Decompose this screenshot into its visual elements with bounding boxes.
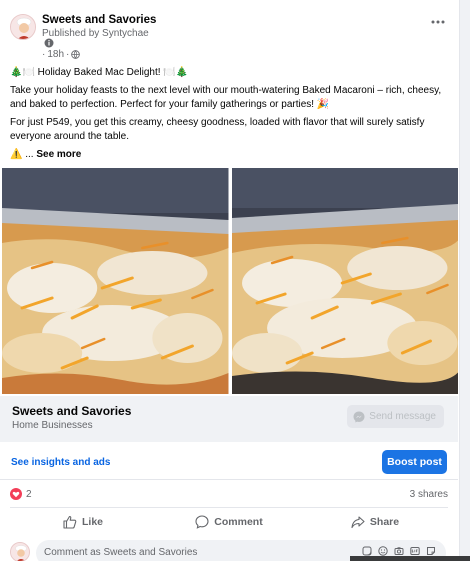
like-icon (63, 515, 77, 529)
post-text: 🎄🍽️ Holiday Baked Mac Delight! 🍽️🎄 Take … (10, 66, 450, 166)
sticker-alt-icon[interactable] (426, 546, 436, 556)
post-photos (2, 168, 458, 394)
insights-row: See insights and ads Boost post (0, 446, 458, 480)
gif-icon[interactable] (410, 546, 420, 556)
emoji-icon[interactable] (378, 546, 388, 556)
see-more-line: ⚠️ ... See more (10, 148, 450, 162)
like-label: Like (81, 515, 103, 528)
comment-tools (362, 546, 436, 556)
boost-post-button[interactable]: Boost post (382, 450, 447, 474)
like-button[interactable]: Like (10, 508, 156, 535)
post-card: Sweets and Savories Published by Syntych… (0, 0, 460, 561)
info-icon[interactable] (44, 38, 54, 48)
page-name[interactable]: Sweets and Savories (42, 14, 156, 26)
post-header: Sweets and Savories Published by Syntych… (10, 12, 450, 60)
meta-dot: · (66, 49, 70, 60)
more-options-icon[interactable] (428, 16, 448, 28)
reaction-count[interactable]: 2 (26, 489, 32, 500)
meta-dot: · (42, 49, 46, 60)
comment-label: Comment (214, 515, 263, 528)
see-insights-link[interactable]: See insights and ads (11, 457, 110, 468)
share-count[interactable]: 3 shares (410, 489, 448, 500)
post-time[interactable]: 18h (47, 49, 64, 60)
messenger-icon (353, 411, 365, 422)
heart-reaction-icon[interactable] (10, 488, 22, 500)
share-label: Share (369, 515, 400, 528)
business-bar: Sweets and Savories Home Businesses Send… (0, 396, 458, 442)
comment-placeholder: Comment as Sweets and Savories (44, 547, 198, 558)
share-icon (351, 515, 365, 528)
post-title-line: 🎄🍽️ Holiday Baked Mac Delight! 🍽️🎄 (10, 67, 189, 78)
bottom-edge-bar (350, 556, 470, 561)
business-category: Home Businesses (12, 420, 93, 431)
comment-button[interactable]: Comment (156, 508, 302, 535)
send-message-button[interactable]: Send message (347, 405, 444, 428)
business-name[interactable]: Sweets and Savories (12, 404, 131, 418)
post-paragraph-2: For just P549, you get this creamy, chee… (10, 117, 425, 142)
see-more-link[interactable]: See more (36, 149, 81, 160)
post-meta: · 18h · (42, 49, 81, 60)
camera-icon[interactable] (394, 546, 404, 556)
page-avatar[interactable] (10, 14, 36, 40)
reactions-row: 2 3 shares (10, 487, 448, 503)
sticker-icon[interactable] (362, 546, 372, 556)
commenter-avatar[interactable] (10, 542, 30, 561)
action-bar: Like Comment Share (10, 507, 448, 535)
published-by[interactable]: Published by Syntychae (42, 28, 149, 39)
post-photo-1[interactable] (2, 168, 229, 394)
post-photo-2[interactable] (231, 168, 458, 394)
see-more-prefix: ⚠️ ... (10, 149, 37, 160)
share-button[interactable]: Share (302, 508, 448, 535)
globe-icon[interactable] (71, 50, 81, 59)
post-paragraph-1: Take your holiday feasts to the next lev… (10, 85, 442, 110)
comment-icon (195, 514, 209, 529)
send-message-label: Send message (369, 411, 436, 422)
